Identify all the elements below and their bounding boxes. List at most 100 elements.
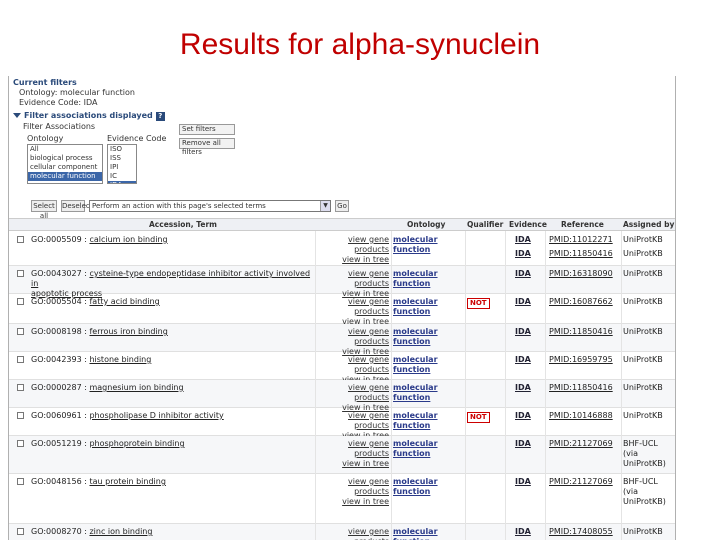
term-link[interactable]: calcium ion binding bbox=[89, 235, 167, 244]
reference-link[interactable]: PMID:11850416 bbox=[549, 249, 623, 259]
ontology-option[interactable]: molecular function bbox=[28, 172, 102, 181]
accession-link[interactable]: GO:0008198 bbox=[31, 327, 82, 336]
accession-link[interactable]: GO:0051219 bbox=[31, 439, 82, 448]
ontology-cell[interactable]: molecularfunction bbox=[393, 269, 461, 289]
accession-link[interactable]: GO:0005504 bbox=[31, 297, 82, 306]
ontology-option[interactable]: All bbox=[28, 145, 102, 154]
reference-link[interactable]: PMID:17408055 bbox=[549, 527, 623, 537]
evidence-link[interactable]: IDA bbox=[515, 297, 537, 307]
view-gene-products-link[interactable]: view gene products bbox=[317, 297, 389, 317]
ontology-cell[interactable]: molecularfunction bbox=[393, 527, 461, 540]
view-gene-products-link[interactable]: view gene products bbox=[317, 411, 389, 431]
ontology-cell[interactable]: molecularfunction bbox=[393, 439, 461, 459]
evidence-link[interactable]: IDA bbox=[515, 327, 537, 337]
evidence-link[interactable]: IDA bbox=[515, 269, 537, 279]
help-icon[interactable]: ? bbox=[155, 112, 165, 121]
term-link[interactable]: tau protein binding bbox=[89, 477, 165, 486]
reference-link[interactable]: PMID:21127069 bbox=[549, 439, 623, 449]
column-divider bbox=[545, 231, 546, 540]
reference-link[interactable]: PMID:16959795 bbox=[549, 355, 623, 365]
evidence-option[interactable]: ISO bbox=[108, 145, 136, 154]
reference-link[interactable]: PMID:16087662 bbox=[549, 297, 623, 307]
table-row: GO:0051219 : phosphoprotein binding view … bbox=[9, 436, 675, 474]
assigned-by-cell: BHF-UCL (via UniProtKB) bbox=[623, 439, 675, 469]
reference-link[interactable]: PMID:16318090 bbox=[549, 269, 623, 279]
set-filters-button[interactable]: Set filters bbox=[179, 124, 235, 135]
accession-link[interactable]: GO:0000287 bbox=[31, 383, 82, 392]
row-checkbox[interactable] bbox=[17, 356, 24, 363]
term-link[interactable]: magnesium ion binding bbox=[89, 383, 183, 392]
reference-link[interactable]: PMID:10146888 bbox=[549, 411, 623, 421]
term-link[interactable]: histone binding bbox=[89, 355, 151, 364]
term-link[interactable]: fatty acid binding bbox=[89, 297, 159, 306]
view-gene-products-link[interactable]: view gene products bbox=[317, 327, 389, 347]
evidence-option[interactable]: IDA bbox=[108, 181, 136, 183]
go-button[interactable]: Go bbox=[335, 200, 349, 212]
ontology-listbox[interactable]: All biological process cellular component m… bbox=[27, 144, 103, 184]
evidence-option[interactable]: IC bbox=[108, 172, 136, 181]
evidence-link[interactable]: IDA bbox=[515, 527, 537, 537]
reference-link[interactable]: PMID:11012271 bbox=[549, 235, 623, 245]
accession-link[interactable]: GO:0048156 bbox=[31, 477, 82, 486]
ontology-cell[interactable]: molecularfunction bbox=[393, 355, 461, 375]
action-dropdown[interactable]: Perform an action with this page's selec… bbox=[89, 200, 331, 212]
row-checkbox[interactable] bbox=[17, 412, 24, 419]
ontology-option[interactable]: biological process bbox=[28, 154, 102, 163]
evidence-link[interactable]: IDA bbox=[515, 383, 537, 393]
row-checkbox[interactable] bbox=[17, 270, 24, 277]
ontology-option[interactable]: cellular component bbox=[28, 163, 102, 172]
accession-link[interactable]: GO:0043027 bbox=[31, 269, 82, 278]
evidence-link[interactable]: IDA bbox=[515, 477, 537, 487]
deselect-button[interactable]: Deselect bbox=[61, 200, 93, 212]
evidence-link[interactable]: IDA bbox=[515, 355, 537, 365]
filter-associations-toggle[interactable]: Filter associations displayed? bbox=[13, 110, 673, 121]
row-checkbox[interactable] bbox=[17, 528, 24, 535]
column-divider bbox=[621, 231, 622, 540]
term-cell: GO:0051219 : phosphoprotein binding bbox=[31, 439, 319, 449]
term-link[interactable]: ferrous iron binding bbox=[89, 327, 167, 336]
ontology-cell[interactable]: molecularfunction bbox=[393, 297, 461, 317]
remove-all-filters-button[interactable]: Remove all filters bbox=[179, 138, 235, 156]
ontology-cell[interactable]: molecularfunction bbox=[393, 477, 461, 497]
row-checkbox[interactable] bbox=[17, 298, 24, 305]
view-in-tree-link[interactable]: view in tree bbox=[317, 255, 389, 265]
current-filters-heading: Current filters bbox=[13, 78, 77, 87]
view-gene-products-link[interactable]: view gene products bbox=[317, 439, 389, 459]
ontology-cell[interactable]: molecularfunction bbox=[393, 327, 461, 347]
evidence-link[interactable]: IDA bbox=[515, 249, 537, 259]
accession-link[interactable]: GO:0060961 bbox=[31, 411, 82, 420]
accession-link[interactable]: GO:0008270 bbox=[31, 527, 82, 536]
ontology-cell[interactable]: molecularfunction bbox=[393, 235, 461, 255]
view-gene-products-link[interactable]: view gene products bbox=[317, 527, 389, 540]
row-checkbox[interactable] bbox=[17, 478, 24, 485]
accession-link[interactable]: GO:0042393 bbox=[31, 355, 82, 364]
view-gene-products-link[interactable]: view gene products bbox=[317, 477, 389, 497]
evidence-option[interactable]: ISS bbox=[108, 154, 136, 163]
view-in-tree-link[interactable]: view in tree bbox=[317, 497, 389, 507]
reference-link[interactable]: PMID:21127069 bbox=[549, 477, 623, 487]
row-checkbox[interactable] bbox=[17, 328, 24, 335]
evidence-listbox[interactable]: ISOISSIPIICIDA bbox=[107, 144, 137, 184]
view-in-tree-link[interactable]: view in tree bbox=[317, 459, 389, 469]
evidence-link[interactable]: IDA bbox=[515, 439, 537, 449]
select-all-button[interactable]: Select all bbox=[31, 200, 57, 220]
view-gene-products-link[interactable]: view gene products bbox=[317, 269, 389, 289]
ontology-cell[interactable]: molecularfunction bbox=[393, 383, 461, 403]
row-checkbox[interactable] bbox=[17, 384, 24, 391]
evidence-link[interactable]: IDA bbox=[515, 235, 537, 245]
ontology-text: function bbox=[393, 449, 431, 458]
evidence-option[interactable]: IPI bbox=[108, 163, 136, 172]
term-link[interactable]: zinc ion binding bbox=[89, 527, 152, 536]
evidence-link[interactable]: IDA bbox=[515, 411, 537, 421]
term-link[interactable]: phospholipase D inhibitor activity bbox=[89, 411, 223, 420]
view-gene-products-link[interactable]: view gene products bbox=[317, 235, 389, 255]
row-checkbox[interactable] bbox=[17, 440, 24, 447]
accession-link[interactable]: GO:0005509 bbox=[31, 235, 82, 244]
term-link[interactable]: phosphoprotein binding bbox=[89, 439, 184, 448]
ontology-cell[interactable]: molecularfunction bbox=[393, 411, 461, 431]
row-checkbox[interactable] bbox=[17, 236, 24, 243]
reference-link[interactable]: PMID:11850416 bbox=[549, 327, 623, 337]
reference-link[interactable]: PMID:11850416 bbox=[549, 383, 623, 393]
view-gene-products-link[interactable]: view gene products bbox=[317, 383, 389, 403]
view-gene-products-link[interactable]: view gene products bbox=[317, 355, 389, 375]
